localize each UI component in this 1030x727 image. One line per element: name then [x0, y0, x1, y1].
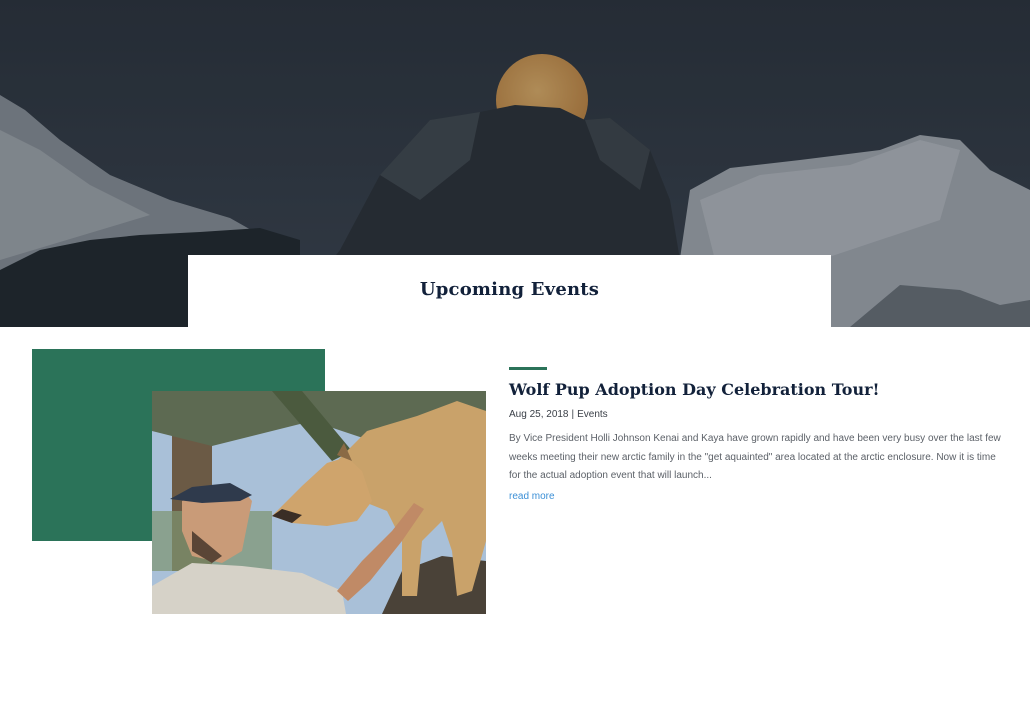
wolf-photo: [152, 391, 486, 614]
post-featured-image[interactable]: [152, 391, 486, 614]
read-more-link[interactable]: read more: [509, 491, 555, 502]
post-excerpt: By Vice President Holli Johnson Kenai an…: [509, 433, 1001, 481]
meta-separator: |: [571, 409, 575, 420]
section-title-box: Upcoming Events: [188, 255, 831, 327]
title-accent-line: [509, 367, 547, 370]
event-post: Wolf Pup Adoption Day Celebration Tour! …: [509, 367, 1009, 504]
post-title-link[interactable]: Wolf Pup Adoption Day Celebration Tour!: [509, 380, 1009, 399]
post-meta: Aug 25, 2018 | Events: [509, 409, 1009, 420]
post-category-link[interactable]: Events: [577, 409, 608, 420]
post-date: Aug 25, 2018: [509, 409, 569, 420]
section-title: Upcoming Events: [419, 279, 600, 300]
